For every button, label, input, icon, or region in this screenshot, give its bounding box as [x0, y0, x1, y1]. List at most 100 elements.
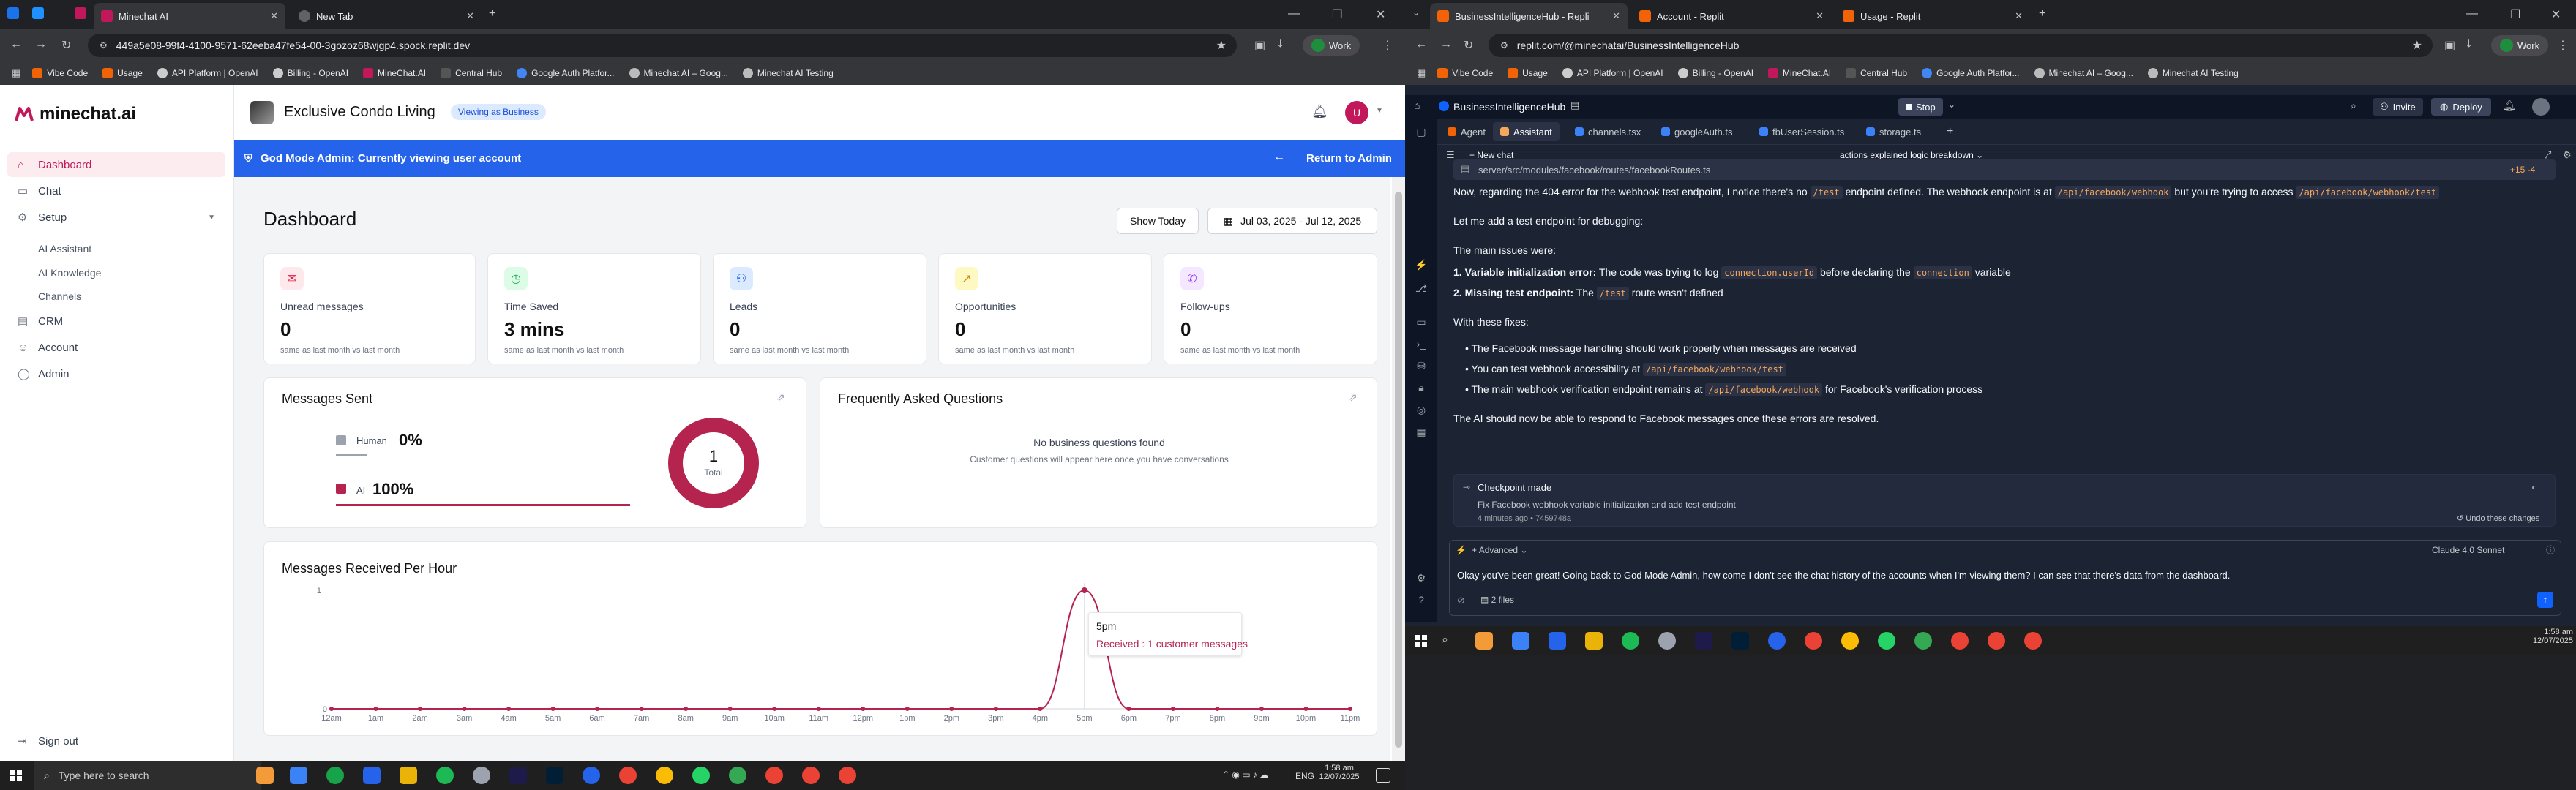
- sidebar-item-ai-assistant[interactable]: AI Assistant: [38, 243, 91, 255]
- info-icon[interactable]: ⓘ: [2546, 543, 2555, 556]
- profile-chip[interactable]: Work: [2491, 35, 2549, 56]
- tab-replit-account[interactable]: Account - Replit ✕: [1632, 3, 1831, 29]
- files-icon[interactable]: ▢: [1414, 126, 1429, 140]
- app-icon[interactable]: [1805, 632, 1822, 650]
- notification-icon[interactable]: [1376, 768, 1390, 783]
- extensions-icon[interactable]: ▣: [2444, 38, 2455, 53]
- restore-icon[interactable]: ❐: [2510, 7, 2520, 22]
- webview-icon[interactable]: ◎: [1414, 404, 1429, 418]
- close-icon[interactable]: ✕: [466, 10, 474, 22]
- photoshop-icon[interactable]: [1731, 632, 1749, 650]
- bookmark-item[interactable]: Central Hub: [441, 68, 502, 78]
- zoom-icon[interactable]: [1768, 632, 1786, 650]
- avatar[interactable]: [2532, 98, 2550, 116]
- back-icon[interactable]: ←: [1415, 38, 1427, 51]
- database-icon[interactable]: ⛁: [1414, 360, 1429, 375]
- project-name[interactable]: BusinessIntelligenceHub: [1453, 101, 1565, 113]
- chrome-icon[interactable]: [802, 767, 820, 784]
- help-icon[interactable]: ?: [1414, 594, 1429, 609]
- download-icon[interactable]: ⤓: [1278, 38, 1283, 51]
- stop-button[interactable]: Stop: [1898, 98, 1943, 116]
- date-range-picker[interactable]: ▦ Jul 03, 2025 - Jul 12, 2025: [1208, 208, 1377, 234]
- deploy-button[interactable]: ◍ Deploy: [2431, 98, 2491, 116]
- bookmark-item[interactable]: Google Auth Platfor...: [1922, 68, 2020, 78]
- logo[interactable]: minechat.ai: [15, 104, 136, 124]
- send-button[interactable]: ↑: [2537, 592, 2553, 608]
- site-info-icon[interactable]: ⚙: [100, 40, 108, 50]
- close-window-icon[interactable]: ✕: [2551, 7, 2561, 22]
- sidebar-item-setup[interactable]: ⚙ Setup ▼: [7, 205, 225, 230]
- tab-storage[interactable]: storage.ts: [1866, 122, 1921, 141]
- sidebar-item-channels[interactable]: Channels: [38, 290, 81, 302]
- windows-start-icon[interactable]: [10, 770, 22, 781]
- chrome-icon[interactable]: [656, 767, 673, 784]
- chrome-icon[interactable]: [1914, 632, 1932, 650]
- history-icon[interactable]: ☰: [1446, 149, 1455, 161]
- bookmark-item[interactable]: Minechat AI Testing: [2147, 68, 2239, 78]
- menu-icon[interactable]: ⋮: [2557, 38, 2569, 53]
- search-icon[interactable]: ⌕: [1442, 633, 1448, 647]
- settings-icon[interactable]: ⚙: [2563, 149, 2572, 161]
- console-icon[interactable]: ▭: [1414, 316, 1429, 331]
- signout-button[interactable]: ⇥ Sign out: [7, 729, 225, 753]
- chrome-icon[interactable]: [1841, 632, 1859, 650]
- undo-button[interactable]: ↺ Undo these changes: [2457, 514, 2539, 523]
- chat-input[interactable]: Okay you've been great! Going back to Go…: [1457, 570, 2547, 581]
- shell-icon[interactable]: ›_: [1414, 338, 1429, 353]
- download-icon[interactable]: ⤓: [2466, 38, 2471, 51]
- folder-icon[interactable]: [1585, 632, 1603, 650]
- bell-icon[interactable]: 🔔︎: [1311, 104, 1328, 119]
- secrets-icon[interactable]: 🔒︎: [1414, 382, 1429, 396]
- app-icon[interactable]: [619, 767, 637, 784]
- new-chat-button[interactable]: + New chat: [1469, 150, 1513, 160]
- chrome-icon[interactable]: [839, 767, 856, 784]
- scrollbar[interactable]: [1392, 177, 1405, 761]
- layout-icon[interactable]: ▤: [1570, 99, 1579, 111]
- profile-chip[interactable]: Work: [1303, 35, 1360, 56]
- chrome-icon[interactable]: [1951, 632, 1969, 650]
- extensions-icon[interactable]: ▣: [1254, 38, 1265, 53]
- bookmark-item[interactable]: Central Hub: [1846, 68, 1907, 78]
- tab-minechat[interactable]: Minechat AI ✕: [94, 3, 285, 29]
- new-tab-icon[interactable]: +: [2039, 7, 2045, 20]
- home-icon[interactable]: ⌂: [1414, 99, 1420, 111]
- chevron-down-icon[interactable]: ⌄: [1948, 99, 1955, 110]
- tab-googleauth[interactable]: googleAuth.ts: [1661, 122, 1733, 141]
- sidebar-item-account[interactable]: ☺ Account: [7, 335, 225, 360]
- search-icon[interactable]: ⌕: [2351, 99, 2356, 112]
- app-icon[interactable]: [363, 767, 381, 784]
- close-icon[interactable]: ✕: [270, 10, 278, 22]
- whatsapp-icon[interactable]: [692, 767, 710, 784]
- close-icon[interactable]: ✕: [2015, 10, 2023, 22]
- bookmark-item[interactable]: Minechat AI Testing: [742, 68, 834, 78]
- tab-assistant[interactable]: Assistant: [1493, 122, 1560, 141]
- sidebar-item-ai-knowledge[interactable]: AI Knowledge: [38, 267, 101, 279]
- minimize-icon[interactable]: —: [2466, 7, 2478, 20]
- chevron-down-icon[interactable]: ▼: [1376, 107, 1383, 115]
- back-icon[interactable]: ←: [10, 38, 22, 51]
- app-icon[interactable]: [256, 767, 274, 784]
- tool-icon[interactable]: ⚡: [1414, 259, 1429, 274]
- spotify-icon[interactable]: [1622, 632, 1639, 650]
- tray-icons[interactable]: ⌃ ◉ ▭ ♪ ☁: [1222, 770, 1268, 780]
- attached-files[interactable]: ▤ 2 files: [1480, 595, 1514, 605]
- bookmark-item[interactable]: Minechat AI – Goog...: [2034, 68, 2133, 78]
- taskbar-search[interactable]: ⌕ Type here to search: [34, 761, 261, 790]
- preview-icon[interactable]: ◐: [2531, 482, 2536, 492]
- forward-icon[interactable]: →: [1440, 38, 1452, 51]
- pinned-tab-icon[interactable]: [32, 7, 44, 19]
- premiere-icon[interactable]: [509, 767, 527, 784]
- tab-replit-project[interactable]: BusinessIntelligenceHub - Repli ✕: [1430, 3, 1628, 29]
- reload-icon[interactable]: ↻: [1464, 38, 1473, 53]
- show-today-button[interactable]: Show Today: [1117, 208, 1199, 234]
- premiere-icon[interactable]: [1695, 632, 1712, 650]
- bookmark-item[interactable]: Usage: [1508, 68, 1548, 78]
- external-link-icon[interactable]: ⇗: [1349, 391, 1358, 404]
- reload-icon[interactable]: ↻: [61, 38, 71, 53]
- sidebar-item-admin[interactable]: ◯ Admin: [7, 361, 225, 386]
- bookmark-item[interactable]: API Platform | OpenAI: [1562, 68, 1663, 78]
- app-icon[interactable]: [473, 767, 490, 784]
- bookmark-item[interactable]: MineChat.AI: [363, 68, 426, 78]
- forward-icon[interactable]: →: [35, 38, 47, 51]
- model-select[interactable]: Claude 4.0 Sonnet: [2432, 545, 2504, 555]
